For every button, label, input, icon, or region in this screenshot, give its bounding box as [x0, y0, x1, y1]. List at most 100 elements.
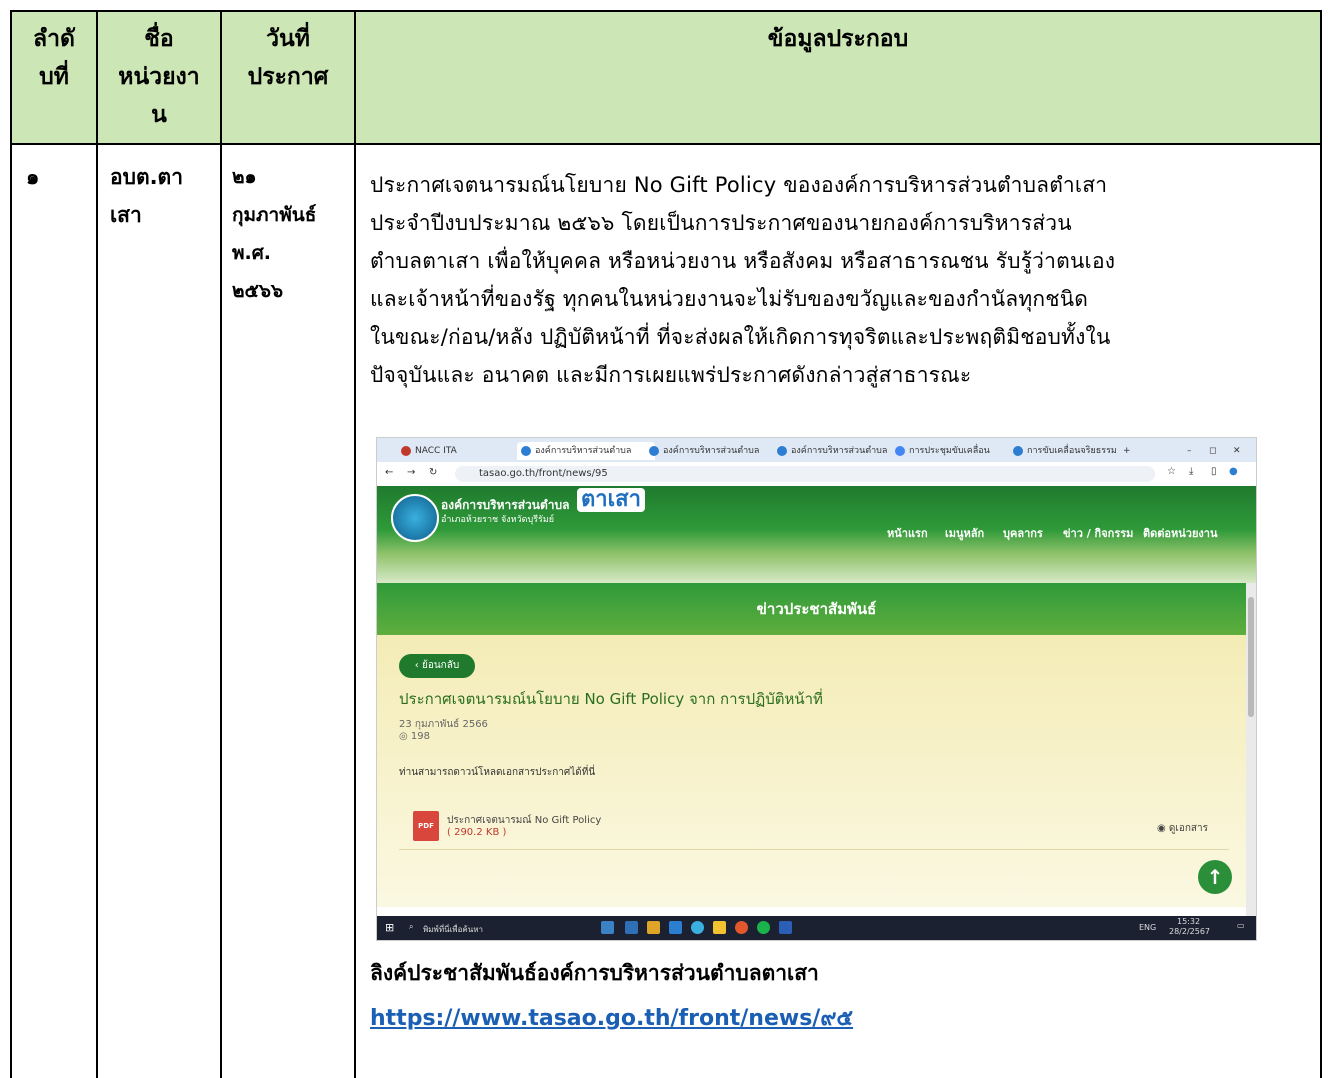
site-name-big: ตาเสา	[577, 488, 645, 512]
close-icon[interactable]: ✕	[1233, 442, 1245, 460]
nav-contact[interactable]: ติดต่อหน่วยงาน	[1143, 524, 1218, 542]
tab-label: NACC ITA	[415, 446, 457, 456]
windows-taskbar: ⊞ ⌕ พิมพ์ที่นี่เพื่อค้นหา ENG 15:32 28/2…	[377, 916, 1256, 940]
browser-tab[interactable]: องค์การบริหารส่วนตำบล	[773, 442, 901, 460]
main-table: ลำดั บที่ ชื่อ หน่วยงา น วันที่ ประกาศ ข…	[10, 10, 1322, 1078]
maximize-icon[interactable]: ◻	[1209, 442, 1221, 460]
news-date: 23 กุมภาพันธ์ 2566	[399, 719, 488, 730]
browser-tab[interactable]: การขับเคลื่อนจริยธรรม	[1009, 442, 1137, 460]
download-icon[interactable]: ⤓	[1189, 466, 1193, 477]
col-line-1	[96, 10, 98, 1078]
tab-label: องค์การบริหารส่วนตำบล	[663, 446, 760, 456]
explorer-icon[interactable]	[713, 921, 726, 934]
row-date-year: ๒๕๖๖	[232, 280, 284, 302]
view-document-link[interactable]: ◉ ดูเอกสาร	[1157, 821, 1208, 836]
header-order: ลำดั บที่	[12, 20, 96, 96]
tab-favicon-icon	[521, 446, 531, 456]
row-description: ประกาศเจตนารมณ์นโยบาย No Gift Policy ของ…	[370, 166, 1315, 394]
nav-personnel[interactable]: บุคลากร	[1003, 524, 1043, 542]
tab-favicon-icon	[777, 446, 787, 456]
news-link[interactable]: https://www.tasao.go.th/front/news/๙๕	[370, 1006, 853, 1031]
file-name[interactable]: ประกาศเจตนารมณ์ No Gift Policy	[447, 813, 601, 828]
browser-tab-active[interactable]: องค์การบริหารส่วนตำบล	[517, 442, 655, 460]
description-line: และเจ้าหน้าที่ของรัฐ ทุกคนในหน่วยงานจะไม…	[370, 287, 1089, 311]
browser-tab-bar: NACC ITA องค์การบริหารส่วนตำบล องค์การบร…	[377, 438, 1256, 462]
new-tab-icon[interactable]: +	[1123, 442, 1135, 460]
tab-label: องค์การบริหารส่วนตำบล	[535, 446, 632, 456]
tab-label: การขับเคลื่อนจริยธรรม	[1027, 446, 1117, 456]
header-agency: ชื่อ หน่วยงา น	[98, 20, 220, 134]
word-icon[interactable]	[779, 921, 792, 934]
reload-icon[interactable]: ↻	[429, 467, 437, 478]
browser-tab[interactable]: NACC ITA	[397, 442, 525, 460]
link-caption: ลิงค์ประชาสัมพันธ์องค์การบริหารส่วนตำบลต…	[370, 961, 819, 985]
notification-icon[interactable]: ▭	[1237, 921, 1245, 930]
line-icon[interactable]	[757, 921, 770, 934]
mail-icon[interactable]	[625, 921, 638, 934]
header-date-line1: วันที่	[266, 26, 310, 52]
taskbar-lang[interactable]: ENG	[1139, 923, 1156, 932]
taskbar-search-icon[interactable]: ⌕	[409, 922, 413, 932]
tab-label: การประชุมขับเคลื่อน	[909, 446, 990, 456]
col-line-4	[1320, 10, 1322, 1078]
scroll-top-button[interactable]: ↑	[1198, 860, 1232, 894]
chrome-icon[interactable]	[735, 921, 748, 934]
file-size: ( 290.2 KB )	[447, 827, 507, 838]
nav-news[interactable]: ข่าว / กิจกรรม	[1063, 524, 1133, 542]
star-icon[interactable]: ☆	[1167, 466, 1176, 477]
col-line-2	[220, 10, 222, 1078]
forward-arrow-icon[interactable]: →	[407, 467, 415, 478]
profile-icon[interactable]: ●	[1229, 466, 1238, 477]
files-icon[interactable]	[669, 921, 682, 934]
site-logo-icon	[391, 494, 439, 542]
edge-icon[interactable]	[691, 921, 704, 934]
col-line-0	[10, 10, 12, 1078]
description-line: ตำบลตาเสา เพื่อให้บุคคล หรือหน่วยงาน หรื…	[370, 249, 1116, 273]
url-input[interactable]: tasao.go.th/front/news/95	[455, 466, 1155, 482]
pdf-icon: PDF	[413, 811, 439, 841]
row-date-day: ๒๑	[232, 166, 257, 188]
header-agency-line3: น	[151, 102, 167, 128]
description-line: ในขณะ/ก่อน/หลัง ปฏิบัติหน้าที่ ที่จะส่งผ…	[370, 325, 1111, 349]
header-date-line2: ประกาศ	[247, 64, 329, 90]
nav-main-menu[interactable]: เมนูหลัก	[945, 524, 984, 542]
windows-start-icon[interactable]: ⊞	[385, 921, 394, 934]
table-border-top	[10, 10, 1322, 12]
minimize-icon[interactable]: –	[1187, 442, 1199, 460]
site-subtitle: อำเภอห้วยราช จังหวัดบุรีรัมย์	[441, 515, 555, 525]
scrollbar[interactable]	[1246, 583, 1256, 916]
taskview-icon[interactable]	[601, 921, 614, 934]
row-date-month: กุมภาพันธ์	[232, 204, 317, 226]
browser-tab[interactable]: การประชุมขับเคลื่อน	[891, 442, 1019, 460]
row-agency: อบต.ตา เสา	[110, 158, 220, 234]
header-agency-line1: ชื่อ	[144, 26, 174, 52]
tab-favicon-icon	[649, 446, 659, 456]
header-details: ข้อมูลประกอบ	[767, 26, 909, 52]
scrollbar-thumb[interactable]	[1248, 597, 1254, 717]
col-line-3	[354, 10, 356, 1078]
tab-favicon-icon	[401, 446, 411, 456]
tab-favicon-icon	[1013, 446, 1023, 456]
store-icon[interactable]	[647, 921, 660, 934]
site-banner: องค์การบริหารส่วนตำบล ตาเสา อำเภอห้วยราช…	[377, 486, 1256, 583]
section-title: ข่าวประชาสัมพันธ์	[377, 583, 1256, 635]
header-date: วันที่ ประกาศ	[222, 20, 354, 96]
taskbar-date: 28/2/2567	[1169, 927, 1211, 936]
news-title: ประกาศเจตนารมณ์นโยบาย No Gift Policy จาก…	[399, 690, 823, 708]
row-agency-line2: เสา	[110, 203, 142, 227]
news-link-wrapper: https://www.tasao.go.th/front/news/๙๕	[370, 1000, 1315, 1035]
back-button[interactable]: ‹ ย้อนกลับ	[399, 654, 475, 678]
browser-tab[interactable]: องค์การบริหารส่วนตำบล	[645, 442, 783, 460]
row-order: ๑	[26, 165, 40, 189]
nav-home[interactable]: หน้าแรก	[887, 524, 928, 542]
row-date-era: พ.ศ.	[232, 242, 272, 264]
news-views: ◎ 198	[399, 731, 430, 742]
back-arrow-icon[interactable]: ←	[385, 467, 393, 478]
row-agency-line1: อบต.ตา	[110, 165, 183, 189]
header-divider	[10, 143, 1322, 145]
news-content: ‹ ย้อนกลับ ประกาศเจตนารมณ์นโยบาย No Gift…	[377, 635, 1256, 907]
taskbar-search-input[interactable]: พิมพ์ที่นี่เพื่อค้นหา	[423, 923, 483, 936]
description-line: ประจำปีงบประมาณ ๒๕๖๖ โดยเป็นการประกาศของ…	[370, 211, 1072, 235]
embedded-screenshot: NACC ITA องค์การบริหารส่วนตำบล องค์การบร…	[376, 437, 1257, 941]
sidebar-icon[interactable]: ▯	[1211, 466, 1217, 477]
